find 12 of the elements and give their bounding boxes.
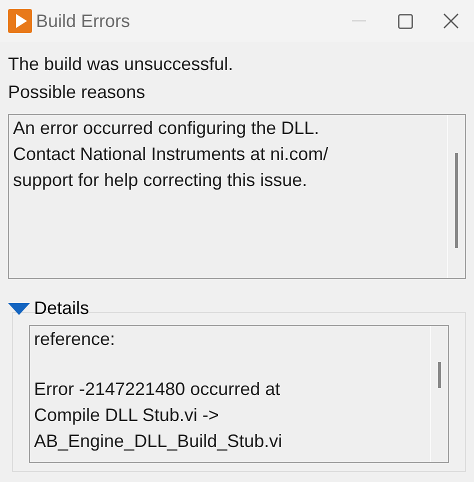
message-text: Possible reasons: [8, 81, 146, 104]
app-logo-icon: [8, 9, 32, 33]
close-icon: [443, 13, 459, 29]
message-paragraph: An error occurred configuring the DLL. Contact National Instruments at ni.com/ support for help correcting this issue.: [13, 117, 330, 192]
message-paragraph: reference:: [34, 328, 116, 351]
scrollbar-thumb: [438, 362, 441, 388]
message-text: The build was unsuccessful.: [8, 53, 234, 76]
maximize-icon: [398, 14, 412, 28]
details-expander[interactable]: Details: [8, 295, 90, 322]
expanded-triangle-icon: [8, 302, 30, 314]
window-title: Build Errors: [36, 10, 132, 32]
message-paragraph: Error -2147221480 occurred at Compile DLL Stub.vi -> AB_Engine_DLL_Build_Stub.vi: [34, 378, 284, 453]
